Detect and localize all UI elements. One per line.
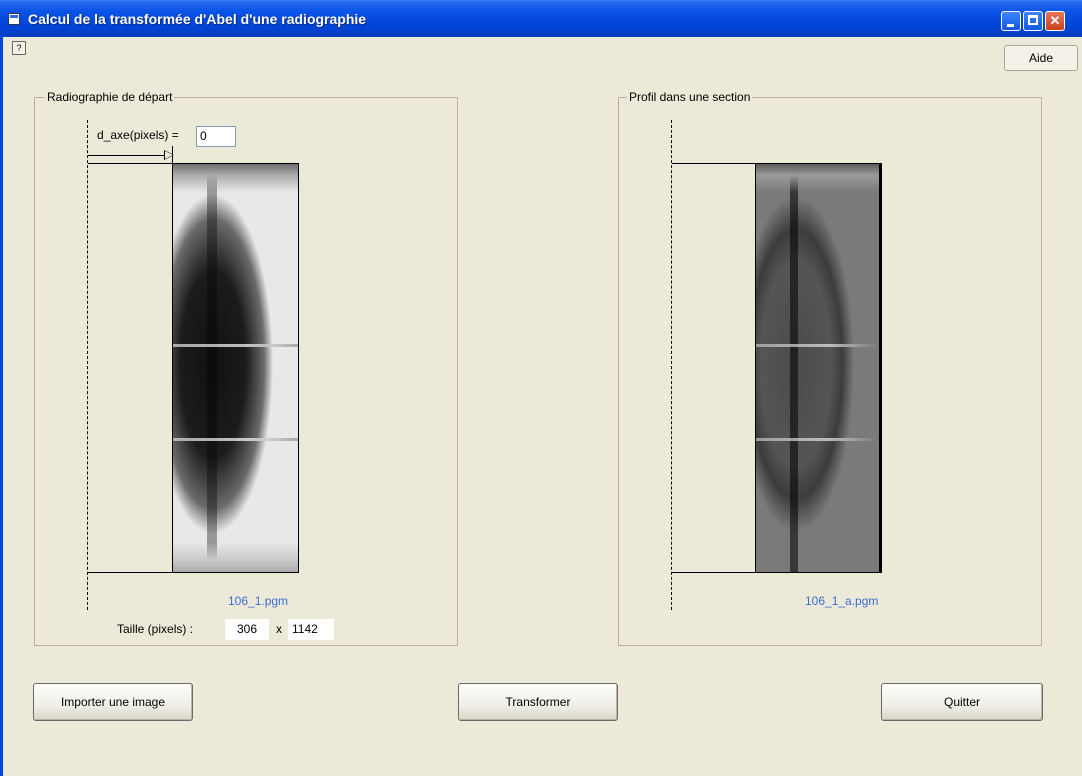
source-radiograph-image (172, 163, 299, 573)
window-title: Calcul de la transformée d'Abel d'une ra… (28, 11, 367, 27)
profile-top-guide (672, 163, 756, 164)
app-window-icon[interactable] (8, 13, 20, 25)
transform-button[interactable]: Transformer (458, 683, 618, 721)
size-separator: x (276, 622, 282, 636)
size-width-field: 306 (225, 619, 269, 640)
window-frame-left (0, 36, 3, 776)
axis-distance-label: d_axe(pixels) = (97, 128, 179, 142)
image-bottom-guide (88, 572, 172, 573)
axis-distance-arrow-line (88, 155, 166, 156)
symmetry-axis-right (671, 120, 672, 610)
minimize-button[interactable] (1001, 11, 1021, 31)
help-icon[interactable]: ? (12, 41, 26, 55)
source-filename: 106_1.pgm (228, 594, 289, 608)
symmetry-axis-left (87, 120, 88, 610)
size-height-field: 1142 (288, 619, 334, 640)
abel-profile-image (755, 163, 882, 573)
profile-bottom-guide (672, 572, 756, 573)
axis-distance-arrow-icon (164, 150, 174, 160)
image-top-guide (88, 163, 172, 164)
maximize-button[interactable] (1023, 11, 1043, 31)
quit-button[interactable]: Quitter (881, 683, 1043, 721)
profile-group-legend: Profil dans une section (627, 90, 753, 104)
axis-distance-input[interactable]: 0 (196, 126, 236, 147)
close-button[interactable] (1045, 11, 1065, 31)
aide-button[interactable]: Aide (1004, 45, 1078, 71)
profile-filename: 106_1_a.pgm (805, 594, 879, 608)
size-label: Taille (pixels) : (117, 622, 194, 636)
title-bar: Calcul de la transformée d'Abel d'une ra… (0, 0, 1082, 37)
source-group-legend: Radiographie de départ (45, 90, 175, 104)
import-image-button[interactable]: Importer une image (33, 683, 193, 721)
